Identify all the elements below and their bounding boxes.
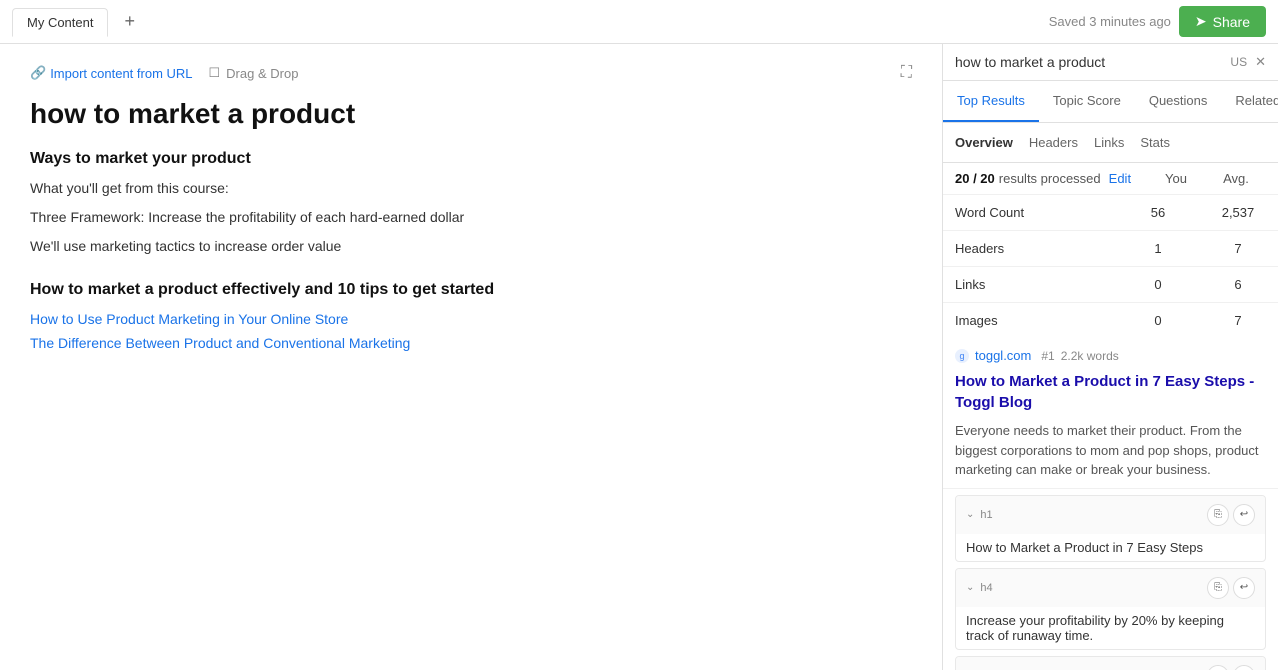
header-text: How to Market a Product in 7 Easy Steps	[956, 534, 1265, 561]
edit-link[interactable]: Edit	[1109, 171, 1131, 186]
section-1-p3: We'll use marketing tactics to increase …	[30, 236, 912, 257]
search-locale: US	[1230, 55, 1247, 69]
stat-avg: 2,537	[1198, 195, 1278, 231]
stat-label: Word Count	[943, 195, 1118, 231]
share-icon: ➤	[1195, 13, 1207, 30]
source-favicon: g	[955, 349, 969, 363]
source-rank: #1	[1041, 349, 1054, 363]
editor-panel: 🔗 Import content from URL ☐ Drag & Drop …	[0, 44, 943, 670]
header-tag: h4	[980, 582, 992, 594]
stat-label: Images	[943, 303, 1118, 339]
col-you-header: You	[1146, 171, 1206, 186]
share-button[interactable]: ➤ Share	[1179, 6, 1266, 37]
panel-tabs: Top Results Topic Score Questions Relate…	[943, 81, 1278, 123]
header-item: ⌄ h1 ⎘ ↩ How to Market a Product in 7 Ea…	[955, 495, 1266, 562]
chevron-icon[interactable]: ⌄	[966, 509, 974, 520]
stat-you: 1	[1118, 231, 1198, 267]
result-divider	[943, 488, 1278, 489]
link-icon: 🔗	[30, 65, 46, 81]
tab-top-results[interactable]: Top Results	[943, 81, 1039, 122]
copy-icon[interactable]: ⎘	[1207, 577, 1229, 599]
results-row: 20 / 20 results processed Edit You Avg.	[943, 163, 1278, 195]
insert-icon[interactable]: ↩	[1233, 504, 1255, 526]
section-2-heading: How to market a product effectively and …	[30, 281, 912, 299]
col-avg-header: Avg.	[1206, 171, 1266, 186]
stat-avg: 6	[1198, 267, 1278, 303]
sub-tab-links[interactable]: Links	[1094, 131, 1124, 154]
search-input[interactable]	[955, 54, 1222, 70]
import-url-link[interactable]: 🔗 Import content from URL	[30, 65, 193, 81]
tab-topic-score[interactable]: Topic Score	[1039, 81, 1135, 122]
sub-tab-overview[interactable]: Overview	[955, 131, 1013, 154]
editor-toolbar: 🔗 Import content from URL ☐ Drag & Drop …	[30, 64, 912, 82]
stat-you: 56	[1118, 195, 1198, 231]
sub-tab-headers[interactable]: Headers	[1029, 131, 1078, 154]
header-text: Increase your profitability by 20% by ke…	[956, 607, 1265, 649]
table-row: Images 0 7	[943, 303, 1278, 339]
editor-section-1: Ways to market your product What you'll …	[30, 150, 912, 257]
copy-icon[interactable]: ⎘	[1207, 504, 1229, 526]
results-list: g toggl.com #1 2.2k words How to Market …	[943, 338, 1278, 670]
header-item: ⌄ h2 ⎘ ↩ The challenges of bringing a ne…	[955, 656, 1266, 670]
section-1-heading: Ways to market your product	[30, 150, 912, 168]
header-action-icons: ⎘ ↩	[1207, 504, 1255, 526]
header-tag: h1	[980, 509, 992, 521]
table-row: Headers 1 7	[943, 231, 1278, 267]
stats-table: Word Count 56 2,537 Headers 1 7 Links 0 …	[943, 195, 1278, 338]
chevron-icon[interactable]: ⌄	[966, 582, 974, 593]
source-domain-link[interactable]: toggl.com	[975, 348, 1031, 363]
results-count: 20 / 20	[955, 171, 995, 186]
stat-avg: 7	[1198, 231, 1278, 267]
stat-label: Links	[943, 267, 1118, 303]
share-label: Share	[1213, 14, 1250, 30]
drag-drop-area[interactable]: ☐ Drag & Drop	[209, 65, 299, 81]
sub-tabs: Overview Headers Links Stats	[943, 123, 1278, 163]
my-content-tab[interactable]: My Content	[12, 8, 108, 37]
header-action-icons: ⎘ ↩	[1207, 665, 1255, 670]
right-panel: US ✕ Top Results Topic Score Questions R…	[943, 44, 1278, 670]
copy-icon[interactable]: ⎘	[1207, 665, 1229, 670]
header-item-top: ⌄ h1 ⎘ ↩	[956, 496, 1265, 534]
main-layout: 🔗 Import content from URL ☐ Drag & Drop …	[0, 44, 1278, 670]
section-1-p1: What you'll get from this course:	[30, 178, 912, 199]
source-words: 2.2k words	[1061, 349, 1119, 363]
add-tab-button[interactable]: +	[116, 7, 143, 36]
table-row: Word Count 56 2,537	[943, 195, 1278, 231]
stat-avg: 7	[1198, 303, 1278, 339]
saved-status: Saved 3 minutes ago	[1049, 14, 1171, 29]
table-row: Links 0 6	[943, 267, 1278, 303]
header-item: ⌄ h4 ⎘ ↩ Increase your profitability by …	[955, 568, 1266, 650]
header-item-top: ⌄ h2 ⎘ ↩	[956, 657, 1265, 670]
insert-icon[interactable]: ↩	[1233, 665, 1255, 670]
sub-tab-stats[interactable]: Stats	[1140, 131, 1170, 154]
stat-label: Headers	[943, 231, 1118, 267]
result-source-row: g toggl.com #1 2.2k words	[943, 338, 1278, 367]
stat-you: 0	[1118, 303, 1198, 339]
result-title[interactable]: How to Market a Product in 7 Easy Steps …	[943, 367, 1278, 417]
drag-label: Drag & Drop	[226, 66, 298, 81]
editor-title: how to market a product	[30, 98, 912, 130]
top-bar: My Content + Saved 3 minutes ago ➤ Share	[0, 0, 1278, 44]
insert-icon[interactable]: ↩	[1233, 577, 1255, 599]
search-clear-icon[interactable]: ✕	[1255, 54, 1266, 70]
fullscreen-button[interactable]: ⛶	[901, 64, 912, 82]
import-url-label: Import content from URL	[50, 66, 192, 81]
search-bar: US ✕	[943, 44, 1278, 81]
tab-questions[interactable]: Questions	[1135, 81, 1222, 122]
section-1-p2: Three Framework: Increase the profitabil…	[30, 207, 912, 228]
result-description: Everyone needs to market their product. …	[943, 417, 1278, 488]
section-2-link-2[interactable]: The Difference Between Product and Conve…	[30, 335, 912, 351]
checkbox-icon: ☐	[209, 65, 221, 81]
header-item-top: ⌄ h4 ⎘ ↩	[956, 569, 1265, 607]
editor-section-2: How to market a product effectively and …	[30, 281, 912, 351]
section-2-link-1[interactable]: How to Use Product Marketing in Your Onl…	[30, 311, 912, 327]
stat-you: 0	[1118, 267, 1198, 303]
header-action-icons: ⎘ ↩	[1207, 577, 1255, 599]
tab-related[interactable]: Related	[1221, 81, 1278, 122]
results-label: results processed	[999, 171, 1101, 186]
